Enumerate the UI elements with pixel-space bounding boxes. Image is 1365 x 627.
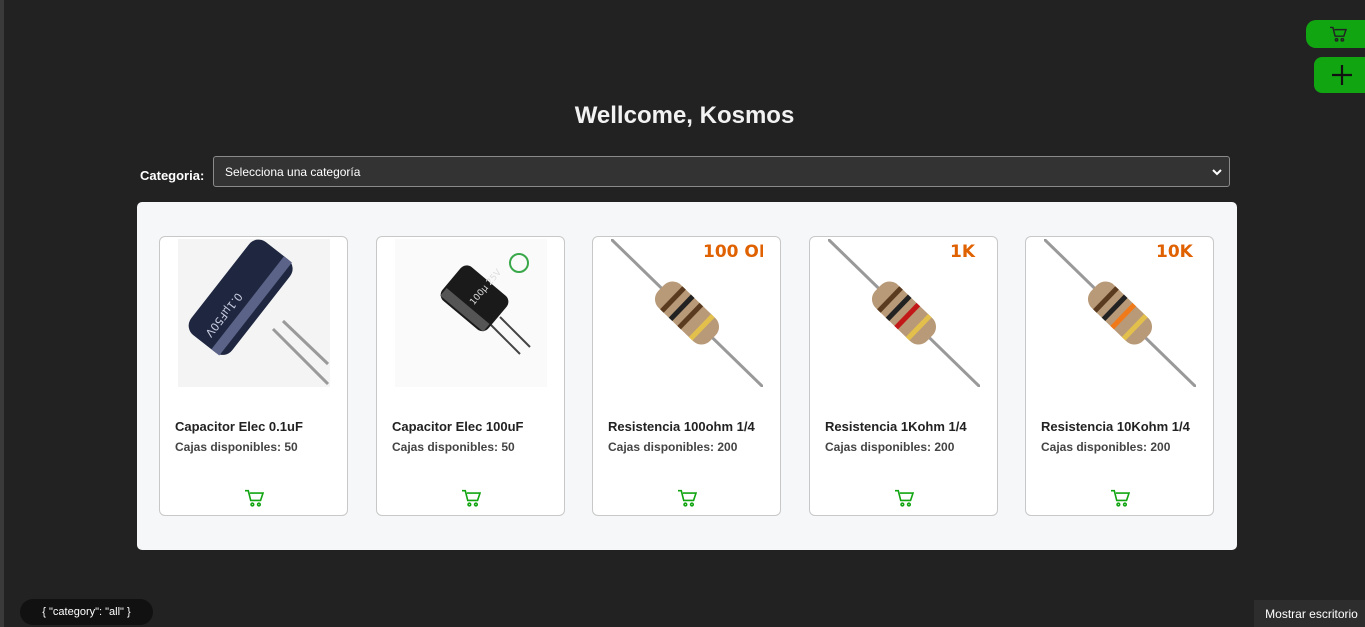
resistor-image: 10K [1044, 239, 1196, 387]
product-name: Capacitor Elec 0.1uF [175, 419, 303, 434]
page-title: Wellcome, Kosmos [574, 102, 795, 129]
product-stock: Cajas disponibles: 200 [1041, 440, 1171, 454]
product-card[interactable]: 0.1µF50V Capacitor Elec 0.1uF Cajas disp… [159, 236, 348, 516]
capacitor-image: 100µ 25V [395, 239, 547, 387]
resistor-image: 100 OHM [611, 239, 763, 387]
resistor-badge: 100 OHM [703, 242, 763, 262]
product-name: Resistencia 100ohm 1/4 [608, 419, 755, 434]
status-pill: { "category": "all" } [20, 599, 153, 625]
add-to-cart-icon[interactable] [461, 489, 481, 507]
cart-icon [1329, 26, 1347, 42]
capacitor-image: 0.1µF50V [178, 239, 330, 387]
product-card[interactable]: 10K Resistencia 10Kohm 1/4 Cajas disponi… [1025, 236, 1214, 516]
resistor-badge: 1K [950, 242, 976, 262]
product-grid: 0.1µF50V Capacitor Elec 0.1uF Cajas disp… [137, 202, 1237, 550]
product-name: Resistencia 1Kohm 1/4 [825, 419, 967, 434]
category-select[interactable]: Selecciona una categoría [213, 156, 1230, 187]
add-to-cart-icon[interactable] [894, 489, 914, 507]
plus-icon [1331, 65, 1352, 85]
category-label: Categoria: [140, 168, 205, 183]
add-product-button[interactable] [1314, 57, 1365, 93]
chevron-down-icon [1212, 169, 1222, 176]
add-to-cart-icon[interactable] [244, 489, 264, 507]
product-name: Resistencia 10Kohm 1/4 [1041, 419, 1190, 434]
add-to-cart-icon[interactable] [1110, 489, 1130, 507]
product-card[interactable]: 1K Resistencia 1Kohm 1/4 Cajas disponibl… [809, 236, 998, 516]
show-desktop-button[interactable]: Mostrar escritorio [1254, 600, 1365, 627]
product-stock: Cajas disponibles: 200 [825, 440, 955, 454]
product-stock: Cajas disponibles: 50 [175, 440, 298, 454]
product-card[interactable]: 100 OHM Resistencia 100ohm 1/4 Cajas dis… [592, 236, 781, 516]
add-to-cart-icon[interactable] [677, 489, 697, 507]
product-stock: Cajas disponibles: 50 [392, 440, 515, 454]
resistor-image: 1K [828, 239, 980, 387]
product-stock: Cajas disponibles: 200 [608, 440, 738, 454]
floating-cart-button[interactable] [1306, 20, 1365, 48]
resistor-badge: 10K [1156, 242, 1194, 262]
product-name: Capacitor Elec 100uF [392, 419, 524, 434]
category-select-value: Selecciona una categoría [225, 164, 361, 179]
product-card[interactable]: 100µ 25V Capacitor Elec 100uF Cajas disp… [376, 236, 565, 516]
